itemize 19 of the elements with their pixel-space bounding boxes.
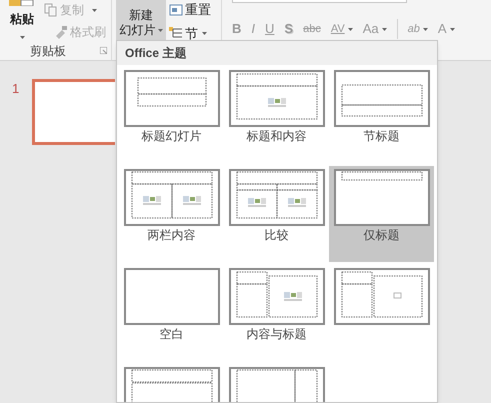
caret-icon — [158, 29, 162, 32]
caret-icon — [202, 32, 207, 35]
slide-thumbnail[interactable] — [32, 79, 115, 145]
layout-icon — [169, 2, 183, 17]
reset-button[interactable]: 重置 — [169, 0, 211, 20]
paste-button[interactable]: 粘贴 — [10, 10, 34, 28]
copy-icon — [44, 3, 58, 17]
section-icon — [169, 26, 183, 40]
slide-number: 1 — [12, 80, 20, 98]
font-name-field[interactable] — [232, 0, 407, 3]
caret-icon — [20, 36, 24, 39]
section-button[interactable]: 节 — [169, 24, 211, 43]
layout-option[interactable]: 仅标题 — [329, 166, 434, 262]
dialog-launcher-icon — [100, 47, 107, 54]
gallery-header: Office 主题 — [125, 45, 186, 62]
group-label: 剪贴板 — [30, 43, 66, 60]
new-slide-button[interactable]: 新建 幻灯片 — [116, 0, 166, 40]
brush-icon — [54, 25, 68, 39]
caret-icon — [92, 8, 97, 12]
